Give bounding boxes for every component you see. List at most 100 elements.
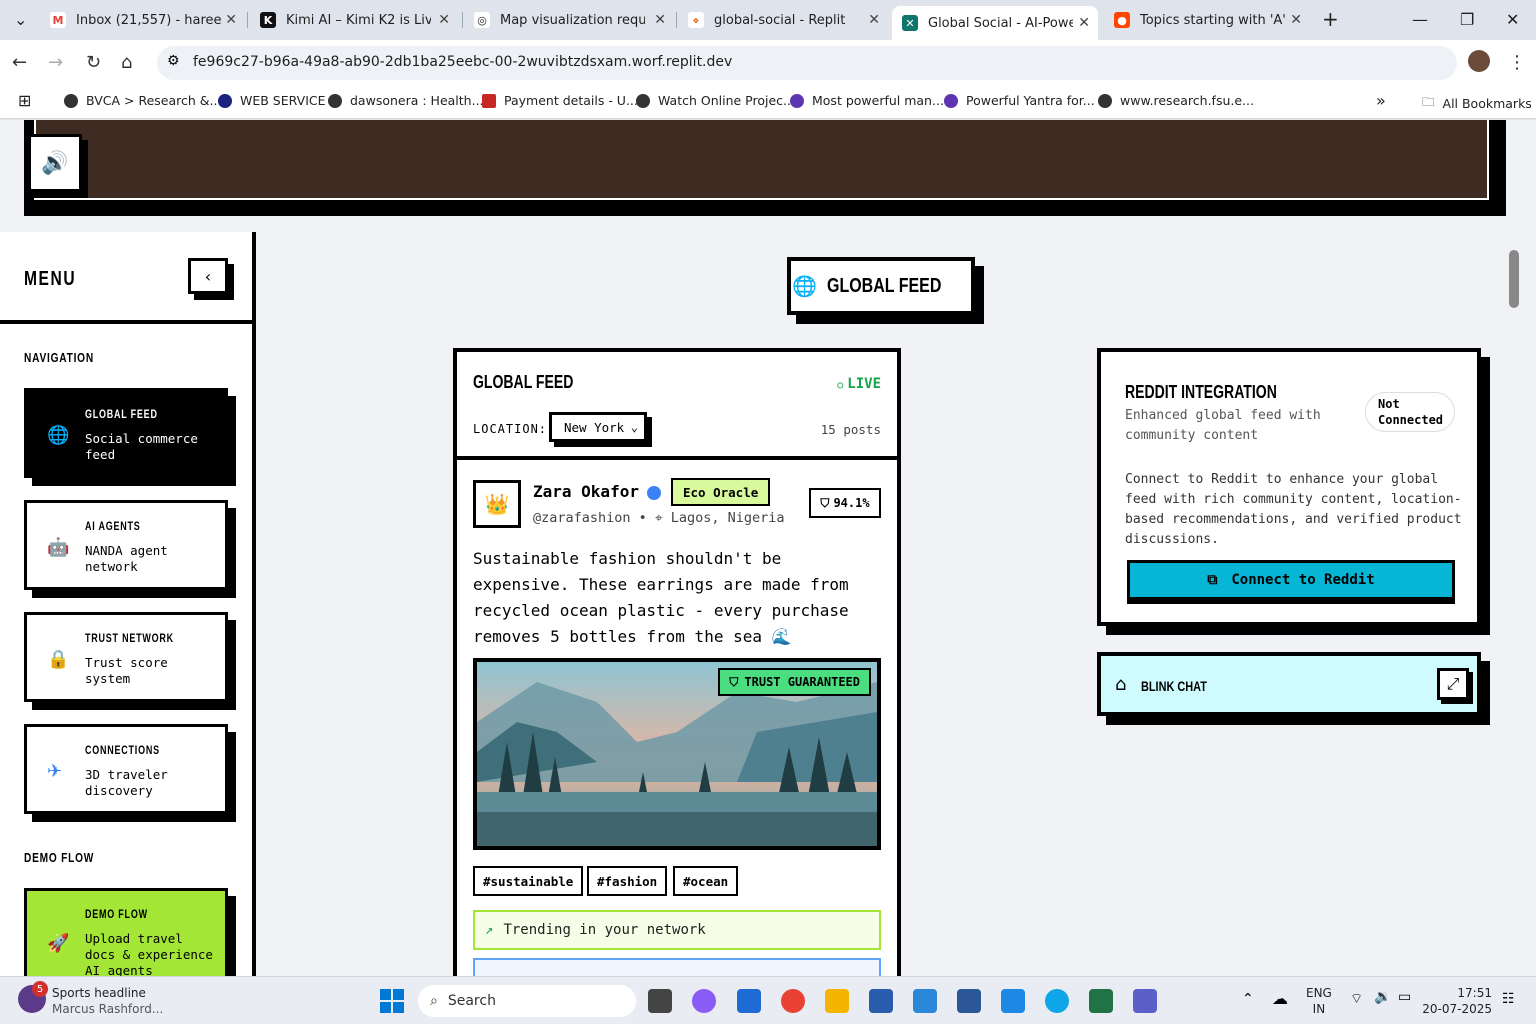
- teams-icon[interactable]: [1133, 989, 1157, 1013]
- tab-replit[interactable]: ⋄ global-social - Replit ✕: [678, 6, 888, 34]
- close-icon[interactable]: ✕: [1290, 12, 1302, 28]
- close-icon[interactable]: ✕: [438, 12, 450, 28]
- new-tab-icon[interactable]: +: [1322, 7, 1339, 31]
- collapse-sidebar-button[interactable]: ‹: [188, 258, 228, 294]
- search-icon: ⌕: [430, 993, 438, 1009]
- volume-icon[interactable]: 🔉: [1374, 989, 1391, 1005]
- globe-icon: [636, 93, 650, 108]
- tag[interactable]: #ocean: [673, 866, 739, 896]
- tab-global-social[interactable]: ✕ Global Social - AI-Powered ✕: [892, 6, 1098, 40]
- windows-start-icon[interactable]: [380, 989, 404, 1013]
- post-text: Sustainable fashion shouldn't be expensi…: [473, 549, 849, 646]
- post-image[interactable]: ⛉ TRUST GUARANTEED: [473, 658, 881, 850]
- url-text[interactable]: fe969c27-b96a-49a8-ab90-2db1ba25eebc-00-…: [193, 54, 732, 70]
- tag[interactable]: #sustainable: [473, 866, 584, 896]
- tab-kimi[interactable]: K Kimi AI – Kimi K2 is Live ✕: [250, 6, 458, 34]
- wifi-icon[interactable]: ⌔: [1350, 990, 1363, 1008]
- news-widget[interactable]: 5 Sports headline Marcus Rashford...: [18, 981, 163, 1017]
- copilot-icon[interactable]: [692, 989, 716, 1013]
- bookmark-item[interactable]: WEB SERVICE: [218, 93, 326, 108]
- clock[interactable]: 17:51 20-07-2025: [1420, 985, 1492, 1017]
- avatar[interactable]: 👑: [473, 480, 521, 528]
- cloud-icon[interactable]: ☁: [1272, 989, 1288, 1008]
- post-author-meta: @zarafashion • ⌖ Lagos, Nigeria: [533, 510, 785, 526]
- connect-reddit-button[interactable]: ⧉ Connect to Reddit: [1127, 560, 1455, 600]
- back-icon[interactable]: ←: [12, 52, 27, 73]
- excel-icon[interactable]: [1089, 989, 1113, 1013]
- news-title: Sports headline: [52, 986, 146, 1000]
- bookmark-item[interactable]: BVCA > Research &...: [64, 93, 221, 108]
- chevron-up-icon[interactable]: ⌃: [1242, 991, 1254, 1007]
- maximize-icon[interactable]: ❐: [1460, 10, 1474, 29]
- sidebar-item-ai-agents[interactable]: 🤖 AI AGENTS NANDA agent network: [24, 500, 228, 590]
- scrollbar[interactable]: [1506, 232, 1536, 976]
- battery-icon[interactable]: ▭: [1398, 989, 1411, 1005]
- close-icon[interactable]: ✕: [654, 12, 666, 28]
- reload-icon[interactable]: ↻: [86, 52, 101, 73]
- minimize-icon[interactable]: —: [1412, 10, 1428, 29]
- sidebar-item-demo-flow[interactable]: 🚀 DEMO FLOW Upload travel docs & experie…: [24, 888, 228, 976]
- sidebar-item-title: AI AGENTS: [85, 521, 141, 533]
- location-select[interactable]: New York ⌄: [549, 412, 647, 442]
- chevron-down-icon: ⌄: [630, 420, 638, 434]
- file-explorer-icon[interactable]: [825, 989, 849, 1013]
- store-icon[interactable]: [869, 989, 893, 1013]
- card-body: Connect to Reddit to enhance your global…: [1125, 472, 1462, 547]
- avatar[interactable]: [1468, 50, 1490, 72]
- scrollbar-thumb[interactable]: [1509, 250, 1519, 308]
- task-view-icon[interactable]: [648, 989, 672, 1013]
- close-icon[interactable]: ✕: [1078, 15, 1090, 31]
- globe-icon: [1098, 93, 1112, 108]
- speaker-icon[interactable]: 🔊: [28, 134, 82, 192]
- word-icon[interactable]: [957, 989, 981, 1013]
- close-window-icon[interactable]: ✕: [1506, 10, 1519, 29]
- site-info-icon[interactable]: ⚙: [167, 53, 180, 69]
- apps-grid-icon[interactable]: ⊞: [18, 91, 31, 110]
- yantra-icon: [944, 93, 958, 108]
- status-badge: Not Connected: [1365, 392, 1455, 432]
- close-icon[interactable]: ✕: [868, 12, 880, 28]
- sidebar-item-global-feed[interactable]: 🌐 GLOBAL FEED Social commerce feed: [24, 388, 228, 478]
- lock-icon: 🔒: [47, 649, 70, 670]
- yantra-icon: [790, 93, 804, 108]
- trust-guaranteed-badge: ⛉ TRUST GUARANTEED: [718, 668, 871, 696]
- expand-icon[interactable]: ⤢: [1437, 668, 1469, 700]
- bookmark-item[interactable]: dawsonera : Health...: [328, 93, 484, 108]
- close-icon[interactable]: ✕: [225, 12, 237, 28]
- edge-icon[interactable]: [1045, 989, 1069, 1013]
- language-indicator[interactable]: ENG IN: [1306, 985, 1332, 1017]
- card-title: REDDIT INTEGRATION: [1125, 382, 1277, 402]
- sidebar-item-connections[interactable]: ✈ CONNECTIONS 3D traveler discovery: [24, 724, 228, 814]
- notifications-icon[interactable]: ☷: [1502, 991, 1515, 1007]
- forward-icon[interactable]: →: [48, 52, 63, 73]
- tab-bar: ⌄ M Inbox (21,557) - hareesh.b ✕ K Kimi …: [0, 0, 1536, 40]
- bookmark-item[interactable]: Most powerful man...: [790, 93, 944, 108]
- tab-map[interactable]: ◎ Map visualization request ✕: [464, 6, 674, 34]
- taskbar-search[interactable]: ⌕ Search: [418, 985, 636, 1017]
- sidebar-item-desc: 3D traveler discovery: [85, 767, 168, 798]
- gmail-icon: M: [50, 12, 66, 28]
- tab-reddit[interactable]: ● Topics starting with 'A' on ✕: [1104, 6, 1310, 34]
- notepad-icon[interactable]: [1001, 989, 1025, 1013]
- address-bar[interactable]: ⚙ fe969c27-b96a-49a8-ab90-2db1ba25eebc-0…: [157, 46, 1457, 80]
- menu-dots-icon[interactable]: ⋮: [1508, 52, 1526, 73]
- bookmark-item[interactable]: www.research.fsu.e...: [1098, 93, 1254, 108]
- tag[interactable]: #fashion: [587, 866, 668, 896]
- page-title-text: GLOBAL FEED: [826, 274, 942, 297]
- snipping-tool-icon[interactable]: [913, 989, 937, 1013]
- bookmark-item[interactable]: Watch Online Projec...: [636, 93, 795, 108]
- tab-gmail[interactable]: M Inbox (21,557) - hareesh.b ✕: [40, 6, 245, 34]
- globe-icon: [64, 93, 78, 108]
- more-bookmarks-icon[interactable]: »: [1376, 91, 1386, 110]
- home-icon[interactable]: ⌂: [121, 52, 132, 73]
- sidebar-item-desc: NANDA agent network: [85, 543, 168, 574]
- tab-search-icon[interactable]: ⌄: [14, 10, 27, 29]
- post-author-name[interactable]: Zara Okafor: [533, 482, 639, 501]
- sidebar-item-trust-network[interactable]: 🔒 TRUST NETWORK Trust score system: [24, 612, 228, 702]
- all-bookmarks[interactable]: 🗀 All Bookmarks: [1422, 93, 1532, 114]
- bookmark-item[interactable]: Payment details - U...: [482, 93, 638, 108]
- bookmark-item[interactable]: Powerful Yantra for...: [944, 93, 1095, 108]
- blink-chat-panel[interactable]: ⌂ BLINK CHAT ⤢: [1097, 652, 1481, 716]
- trello-icon[interactable]: [737, 989, 761, 1013]
- chrome-icon[interactable]: [781, 989, 805, 1013]
